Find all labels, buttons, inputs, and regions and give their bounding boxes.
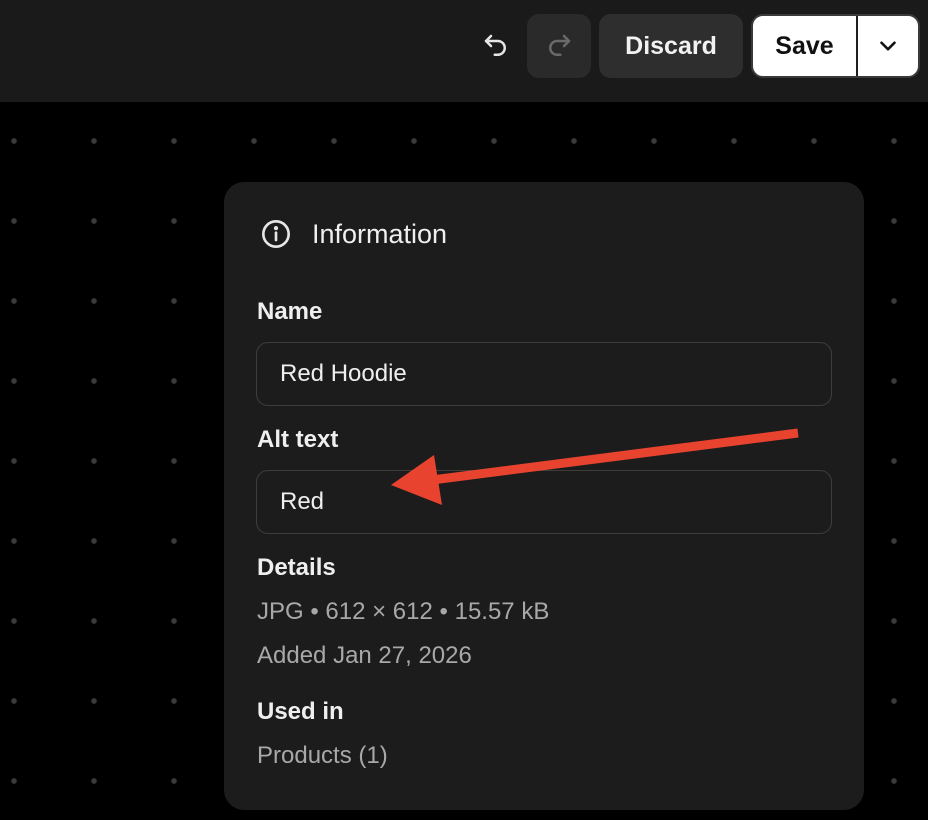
alt-text-input[interactable] xyxy=(256,470,832,534)
details-label: Details xyxy=(257,554,336,581)
chevron-down-icon xyxy=(880,41,896,51)
added-date: Added Jan 27, 2026 xyxy=(257,642,472,669)
panel-title: Information xyxy=(312,218,448,249)
file-details: JPG • 612 × 612 • 15.57 kB xyxy=(257,598,550,625)
used-in-products-link[interactable]: Products (1) xyxy=(257,742,388,770)
undo-icon xyxy=(484,34,506,56)
info-icon xyxy=(262,220,290,248)
undo-button[interactable] xyxy=(464,14,528,78)
discard-button[interactable]: Discard xyxy=(599,14,743,78)
redo-button[interactable] xyxy=(527,14,591,78)
top-toolbar: Discard Save xyxy=(0,0,928,102)
name-label: Name xyxy=(257,298,323,325)
panel-header: Information xyxy=(260,218,447,250)
information-panel: Information Name Alt text Details JPG • … xyxy=(224,182,864,810)
save-button-group: Save xyxy=(751,14,920,78)
name-input[interactable] xyxy=(256,342,832,406)
alt-text-label: Alt text xyxy=(257,426,339,453)
redo-icon xyxy=(549,34,571,56)
used-in-label: Used in xyxy=(257,698,344,725)
save-options-button[interactable] xyxy=(858,16,918,76)
save-button[interactable]: Save xyxy=(753,16,858,76)
